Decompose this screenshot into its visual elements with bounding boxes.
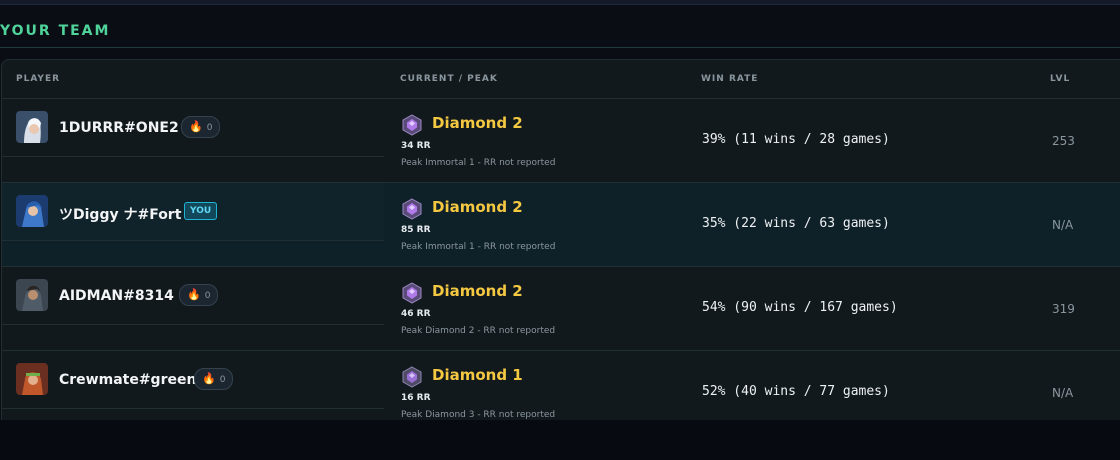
player-row[interactable]: 1DURRR#ONE2 🔥 0 Diamond 2 34 RR Peak Immo… [2, 99, 1120, 183]
rank-rating: 34 RR [401, 141, 431, 151]
peak-rank: Peak Diamond 3 - RR not reported [401, 410, 556, 420]
top-divider [0, 0, 1120, 5]
streak-chip: 🔥 0 [194, 368, 234, 390]
streak-chip: 🔥 0 [181, 116, 221, 138]
agent-avatar [16, 195, 48, 227]
peak-rank: Peak Diamond 2 - RR not reported [401, 326, 556, 336]
diamond-rank-icon [402, 282, 422, 304]
win-rate: 39% (11 wins / 28 games) [702, 132, 890, 147]
rank-rating: 46 RR [401, 309, 431, 319]
agent-avatar [16, 111, 48, 143]
table-header: PLAYER CURRENT / PEAK WIN RATE LVL [2, 60, 1120, 99]
win-rate: 52% (40 wins / 77 games) [702, 384, 890, 399]
agent-avatar [16, 363, 48, 395]
agent-avatar [16, 279, 48, 311]
title-rule [0, 47, 1120, 48]
diamond-rank-icon [402, 366, 422, 388]
streak-chip: 🔥 0 [179, 284, 219, 306]
col-player: PLAYER [16, 74, 61, 84]
flame-icon: 🔥 [189, 120, 203, 133]
player-name[interactable]: AIDMAN#8314 [59, 288, 174, 304]
current-rank: Diamond 2 [432, 198, 523, 216]
col-rank: CURRENT / PEAK [400, 74, 498, 84]
diamond-rank-icon [402, 198, 422, 220]
team-table: PLAYER CURRENT / PEAK WIN RATE LVL 1DURR… [1, 59, 1120, 431]
player-name[interactable]: ツDiggy ナ#Fort [59, 204, 181, 224]
player-row[interactable]: Crewmate#green 🔥 0 Diamond 1 16 RR Peak D… [2, 351, 1120, 430]
diamond-rank-icon [402, 114, 422, 136]
section-title: YOUR TEAM [0, 23, 111, 39]
col-level: LVL [1050, 74, 1071, 84]
rank-rating: 85 RR [401, 225, 431, 235]
win-rate: 35% (22 wins / 63 games) [702, 216, 890, 231]
player-level: N/A [1052, 218, 1074, 232]
rank-rating: 16 RR [401, 393, 431, 403]
current-rank: Diamond 2 [432, 114, 523, 132]
current-rank: Diamond 1 [432, 366, 523, 384]
current-rank: Diamond 2 [432, 282, 523, 300]
flame-icon: 🔥 [187, 288, 201, 301]
bottom-bar [0, 420, 1120, 460]
peak-rank: Peak Immortal 1 - RR not reported [401, 242, 556, 252]
win-rate: 54% (90 wins / 167 games) [702, 300, 898, 315]
you-badge: YOU [184, 202, 218, 220]
col-winrate: WIN RATE [701, 74, 759, 84]
player-level: 253 [1052, 134, 1075, 148]
player-row[interactable]: AIDMAN#8314 🔥 0 Diamond 2 46 RR Peak Diam… [2, 267, 1120, 351]
player-level: 319 [1052, 302, 1075, 316]
player-name[interactable]: Crewmate#green [59, 372, 196, 388]
player-name[interactable]: 1DURRR#ONE2 [59, 120, 179, 136]
flame-icon: 🔥 [202, 372, 216, 385]
player-level: N/A [1052, 386, 1074, 400]
peak-rank: Peak Immortal 1 - RR not reported [401, 158, 556, 168]
player-row[interactable]: ツDiggy ナ#Fort YOU Diamond 2 85 RR Peak I… [2, 183, 1120, 267]
